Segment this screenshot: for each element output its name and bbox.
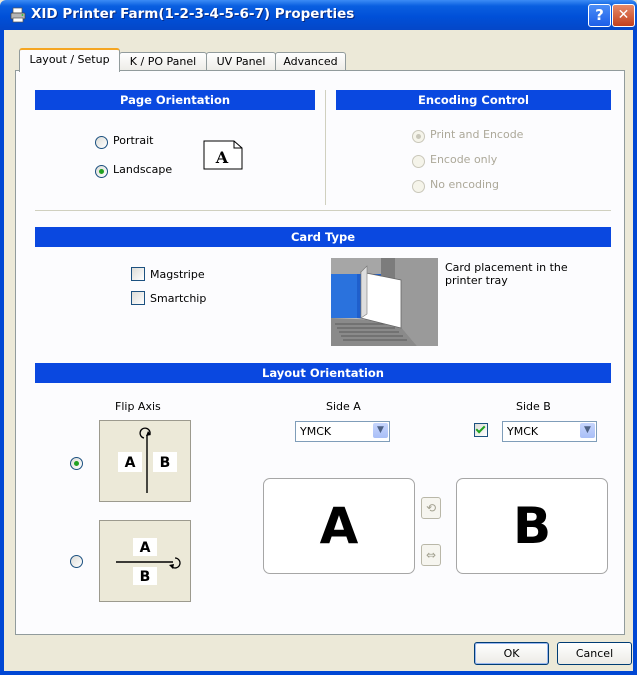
- page-icon-letter: A: [215, 148, 229, 167]
- encoding-control-header: Encoding Control: [336, 90, 611, 110]
- landscape-label[interactable]: Landscape: [113, 163, 172, 176]
- magstripe-checkbox[interactable]: [131, 267, 145, 281]
- side-b-label: Side B: [516, 400, 551, 413]
- title-bar[interactable]: XID Printer Farm(1-2-3-4-5-6-7) Properti…: [0, 0, 637, 30]
- tab-uv-panel[interactable]: UV Panel: [206, 52, 276, 71]
- section-divider-horizontal: [35, 210, 611, 211]
- flip-vertical-box[interactable]: A B: [99, 420, 191, 502]
- tab-layout-setup[interactable]: Layout / Setup: [19, 48, 120, 72]
- side-b-checkbox[interactable]: [474, 423, 488, 437]
- horizontal-flip-letter-b: B: [140, 569, 151, 585]
- smartchip-checkbox[interactable]: [131, 291, 145, 305]
- side-b-preview: B: [456, 478, 608, 574]
- swap-arrows-icon: ⇔: [425, 548, 437, 562]
- no-encoding-radio[interactable]: [412, 180, 425, 193]
- landscape-page-icon: A: [203, 140, 243, 170]
- printer-icon: [10, 7, 26, 23]
- swap-button[interactable]: ⇔: [421, 544, 441, 566]
- chevron-down-icon[interactable]: ▼: [580, 423, 595, 438]
- help-button[interactable]: ?: [588, 4, 611, 27]
- portrait-radio[interactable]: [95, 136, 108, 149]
- cancel-button[interactable]: Cancel: [557, 642, 632, 665]
- vertical-flip-letter-b: B: [160, 455, 171, 471]
- card-type-header: Card Type: [35, 227, 611, 247]
- encode-only-radio[interactable]: [412, 155, 425, 168]
- print-and-encode-radio[interactable]: [412, 130, 425, 143]
- side-a-select-value: YMCK: [300, 425, 332, 438]
- window-frame-right: [633, 30, 637, 675]
- card-tray-illustration: [331, 258, 438, 346]
- window-frame-left: [0, 30, 4, 675]
- side-a-preview: A: [263, 478, 415, 574]
- horizontal-flip-diagram: A B: [116, 538, 181, 585]
- side-a-label: Side A: [326, 400, 361, 413]
- no-encoding-label[interactable]: No encoding: [430, 178, 499, 191]
- page-orientation-header: Page Orientation: [35, 90, 315, 110]
- tab-k-po-panel[interactable]: K / PO Panel: [119, 52, 207, 71]
- flip-horizontal-box[interactable]: A B: [99, 520, 191, 602]
- vertical-flip-letter-a: A: [125, 455, 136, 471]
- layout-orientation-header: Layout Orientation: [35, 363, 611, 383]
- rotate-button[interactable]: ⟲: [421, 497, 441, 519]
- horizontal-flip-letter-a: A: [140, 540, 151, 556]
- landscape-radio[interactable]: [95, 165, 108, 178]
- print-and-encode-label[interactable]: Print and Encode: [430, 128, 523, 141]
- portrait-label[interactable]: Portrait: [113, 134, 153, 147]
- flip-horizontal-radio[interactable]: [70, 555, 83, 568]
- window-title: XID Printer Farm(1-2-3-4-5-6-7) Properti…: [31, 6, 355, 22]
- flip-axis-label: Flip Axis: [115, 400, 161, 413]
- window-frame-bottom: [0, 671, 637, 675]
- close-button[interactable]: ✕: [612, 4, 635, 27]
- encode-only-label[interactable]: Encode only: [430, 153, 497, 166]
- side-b-select[interactable]: YMCK ▼: [502, 421, 597, 442]
- side-a-select[interactable]: YMCK ▼: [295, 421, 390, 442]
- vertical-flip-diagram: A B: [118, 427, 177, 493]
- tab-advanced[interactable]: Advanced: [275, 52, 346, 71]
- side-b-select-value: YMCK: [507, 425, 539, 438]
- chevron-down-icon[interactable]: ▼: [373, 423, 388, 438]
- rotate-icon: ⟲: [425, 501, 437, 515]
- properties-dialog: XID Printer Farm(1-2-3-4-5-6-7) Properti…: [0, 0, 637, 675]
- card-placement-text: Card placement in the printer tray: [445, 261, 568, 287]
- smartchip-label[interactable]: Smartchip: [150, 292, 206, 305]
- magstripe-label[interactable]: Magstripe: [150, 268, 205, 281]
- flip-vertical-radio[interactable]: [70, 457, 83, 470]
- section-divider-vertical: [325, 90, 326, 205]
- ok-button[interactable]: OK: [474, 642, 549, 665]
